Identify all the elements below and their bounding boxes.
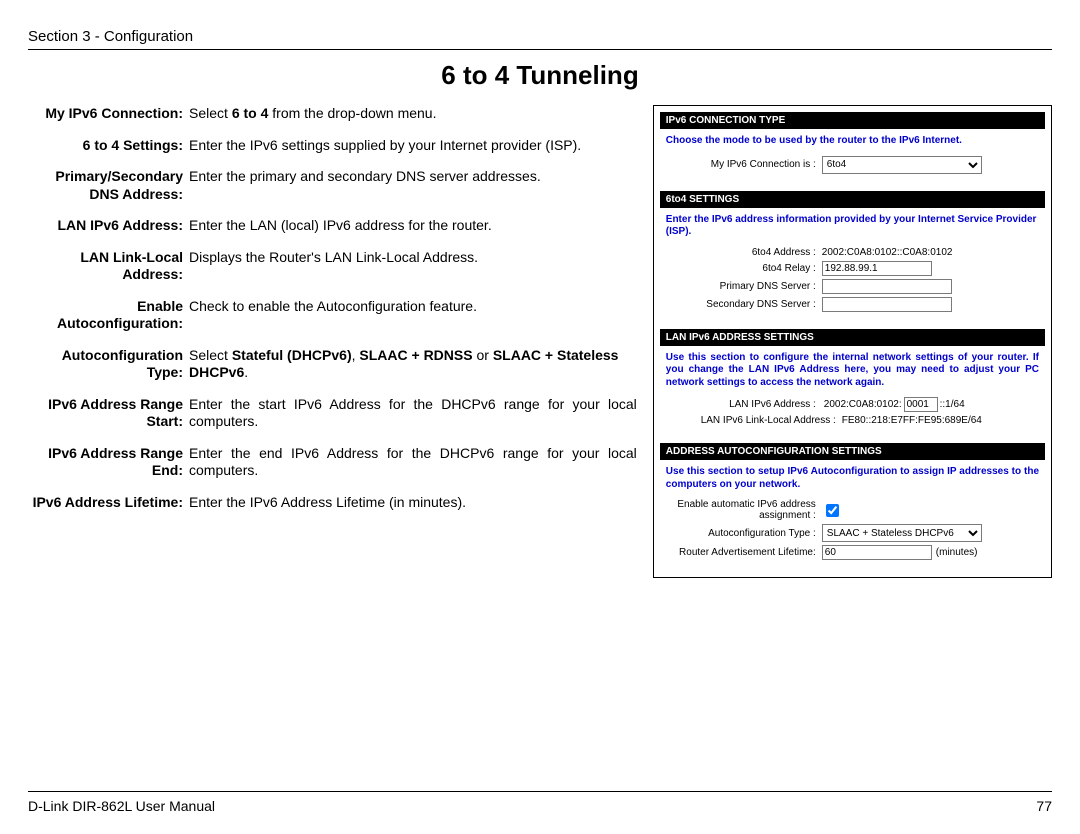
lan-ipv6-suffix: ::1/64 <box>940 399 965 410</box>
def-autoconfig-type: Autoconfiguration Type: Select Stateful … <box>28 347 637 382</box>
def-desc: Select Stateful (DHCPv6), SLAAC + RDNSS … <box>189 347 637 382</box>
page-footer: D-Link DIR-862L User Manual 77 <box>28 791 1052 814</box>
row-my-ipv6-connection: My IPv6 Connection is : 6to4 <box>666 156 1039 174</box>
definitions-column: My IPv6 Connection: Select 6 to 4 from t… <box>28 105 637 578</box>
row-lan-ipv6-address: LAN IPv6 Address : 2002:C0A8:0102: ::1/6… <box>666 397 1039 412</box>
def-term: My IPv6 Connection: <box>28 105 189 123</box>
def-desc: Enter the IPv6 settings supplied by your… <box>189 137 637 155</box>
def-desc: Enter the primary and secondary DNS serv… <box>189 168 637 203</box>
def-term: IPv6 Address Range Start: <box>28 396 189 431</box>
lan-ipv6-prefix: 2002:C0A8:0102: <box>824 399 902 410</box>
form-label: LAN IPv6 Address : <box>666 399 822 410</box>
my-ipv6-connection-select[interactable]: 6to4 <box>822 156 982 174</box>
def-desc: Check to enable the Autoconfiguration fe… <box>189 298 637 333</box>
def-range-end: IPv6 Address Range End: Enter the end IP… <box>28 445 637 480</box>
panel-header-autoconfig: ADDRESS AUTOCONFIGURATION SETTINGS <box>660 443 1045 460</box>
form-label: Primary DNS Server : <box>666 281 822 292</box>
def-desc: Displays the Router's LAN Link-Local Add… <box>189 249 637 284</box>
router-lifetime-input[interactable] <box>822 545 932 560</box>
def-my-ipv6-connection: My IPv6 Connection: Select 6 to 4 from t… <box>28 105 637 123</box>
def-6to4-settings: 6 to 4 Settings: Enter the IPv6 settings… <box>28 137 637 155</box>
6to4-address-value: 2002:C0A8:0102::C0A8:0102 <box>822 247 953 258</box>
panel-header-6to4: 6to4 SETTINGS <box>660 191 1045 208</box>
def-term: LAN IPv6 Address: <box>28 217 189 235</box>
def-term: IPv6 Address Range End: <box>28 445 189 480</box>
row-6to4-relay: 6to4 Relay : <box>666 261 1039 276</box>
lifetime-unit: (minutes) <box>936 547 978 558</box>
form-label: LAN IPv6 Link-Local Address : <box>666 415 842 426</box>
autoconfig-type-select[interactable]: SLAAC + Stateless DHCPv6 <box>822 524 982 542</box>
def-dns-address: Primary/Secondary DNS Address: Enter the… <box>28 168 637 203</box>
def-desc: Select 6 to 4 from the drop-down menu. <box>189 105 637 123</box>
panel-help: Use this section to configure the intern… <box>666 352 1039 390</box>
def-term: Primary/Secondary DNS Address: <box>28 168 189 203</box>
form-label: 6to4 Address : <box>666 247 822 258</box>
def-term: Enable Autoconfiguration: <box>28 298 189 333</box>
def-term: IPv6 Address Lifetime: <box>28 494 189 512</box>
def-term: LAN Link-Local Address: <box>28 249 189 284</box>
row-lan-link-local: LAN IPv6 Link-Local Address : FE80::218:… <box>666 415 1039 426</box>
panel-help: Enter the IPv6 address information provi… <box>666 214 1039 239</box>
lan-link-local-value: FE80::218:E7FF:FE95:689E/64 <box>842 415 982 426</box>
footer-manual-name: D-Link DIR-862L User Manual <box>28 798 215 814</box>
def-desc: Enter the end IPv6 Address for the DHCPv… <box>189 445 637 480</box>
def-term: Autoconfiguration Type: <box>28 347 189 382</box>
enable-auto-checkbox[interactable] <box>826 504 839 517</box>
row-secondary-dns: Secondary DNS Server : <box>666 297 1039 312</box>
form-label: 6to4 Relay : <box>666 263 822 274</box>
primary-dns-input[interactable] <box>822 279 952 294</box>
def-lan-link-local: LAN Link-Local Address: Displays the Rou… <box>28 249 637 284</box>
form-label: Secondary DNS Server : <box>666 299 822 310</box>
router-settings-panel: IPv6 CONNECTION TYPE Choose the mode to … <box>653 105 1052 578</box>
def-desc: Enter the IPv6 Address Lifetime (in minu… <box>189 494 637 512</box>
panel-header-lan: LAN IPv6 ADDRESS SETTINGS <box>660 329 1045 346</box>
6to4-relay-input[interactable] <box>822 261 932 276</box>
lan-ipv6-input[interactable] <box>904 397 938 412</box>
row-router-lifetime: Router Advertisement Lifetime: (minutes) <box>666 545 1039 560</box>
row-primary-dns: Primary DNS Server : <box>666 279 1039 294</box>
def-desc: Enter the LAN (local) IPv6 address for t… <box>189 217 637 235</box>
form-label: Autoconfiguration Type : <box>666 528 822 539</box>
footer-page-number: 77 <box>1036 798 1052 814</box>
panel-help: Use this section to setup IPv6 Autoconfi… <box>666 466 1039 491</box>
form-label: Enable automatic IPv6 address assignment… <box>666 499 822 521</box>
def-desc: Enter the start IPv6 Address for the DHC… <box>189 396 637 431</box>
page-title: 6 to 4 Tunneling <box>28 60 1052 91</box>
def-term: 6 to 4 Settings: <box>28 137 189 155</box>
def-lan-ipv6-address: LAN IPv6 Address: Enter the LAN (local) … <box>28 217 637 235</box>
row-6to4-address: 6to4 Address : 2002:C0A8:0102::C0A8:0102 <box>666 247 1039 258</box>
def-range-start: IPv6 Address Range Start: Enter the star… <box>28 396 637 431</box>
panel-header-connection: IPv6 CONNECTION TYPE <box>660 112 1045 129</box>
row-enable-auto: Enable automatic IPv6 address assignment… <box>666 499 1039 521</box>
content-area: My IPv6 Connection: Select 6 to 4 from t… <box>28 105 1052 578</box>
section-header: Section 3 - Configuration <box>28 28 1052 50</box>
secondary-dns-input[interactable] <box>822 297 952 312</box>
def-enable-autoconfig: Enable Autoconfiguration: Check to enabl… <box>28 298 637 333</box>
form-label: Router Advertisement Lifetime: <box>666 547 822 558</box>
def-ipv6-lifetime: IPv6 Address Lifetime: Enter the IPv6 Ad… <box>28 494 637 512</box>
panel-help: Choose the mode to be used by the router… <box>666 135 1039 148</box>
row-autoconfig-type: Autoconfiguration Type : SLAAC + Statele… <box>666 524 1039 542</box>
form-label: My IPv6 Connection is : <box>666 159 822 170</box>
